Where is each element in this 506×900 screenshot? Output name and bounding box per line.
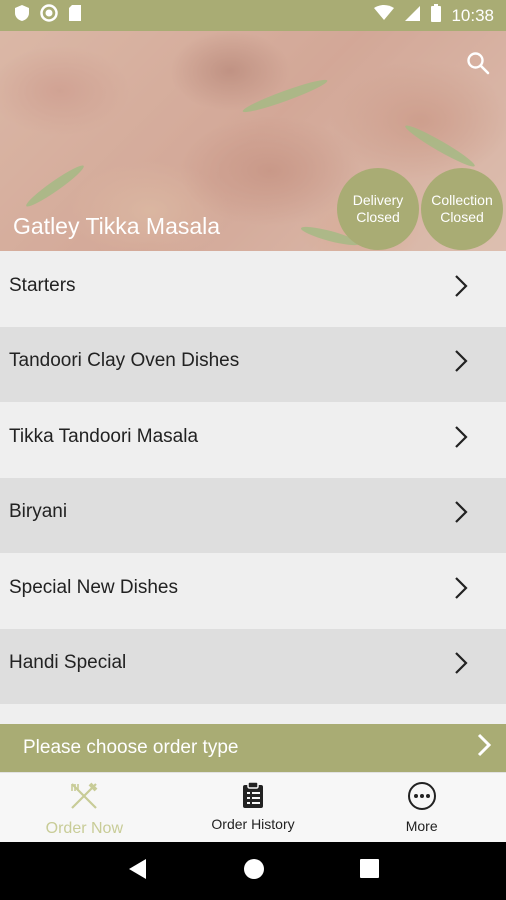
menu-category-tikka-tandoori-masala[interactable]: Tikka Tandoori Masala <box>0 402 506 478</box>
search-icon[interactable] <box>466 51 490 80</box>
menu-category-label: Tikka Tandoori Masala <box>9 425 199 447</box>
menu-category-label: Handi Special <box>9 652 127 674</box>
menu-category-label: Special New Dishes <box>9 576 178 598</box>
menu-category-tandoori-clay-oven[interactable]: Tandoori Clay Oven Dishes <box>0 326 506 402</box>
shield-icon <box>14 4 30 27</box>
circle-record-icon <box>40 4 58 27</box>
signal-icon <box>404 5 421 27</box>
nav-order-now-label: Order Now <box>45 820 124 837</box>
battery-icon <box>431 4 442 27</box>
bottom-navigation: Order Now Order History More <box>0 772 506 842</box>
status-time: 10:38 <box>451 5 494 25</box>
nav-order-now[interactable]: Order Now <box>0 773 169 842</box>
menu-category-special-new-dishes[interactable]: Special New Dishes <box>0 553 506 629</box>
status-bar: 10:38 <box>0 0 506 31</box>
chevron-right-icon <box>454 425 468 455</box>
choose-order-type-button[interactable]: Please choose order type <box>0 724 506 772</box>
menu-category-handi-special[interactable]: Handi Special <box>0 628 506 704</box>
back-icon[interactable] <box>128 858 148 885</box>
nav-more[interactable]: More <box>337 773 506 842</box>
chevron-right-icon <box>454 349 468 379</box>
recents-icon[interactable] <box>359 859 379 883</box>
restaurant-hero: Gatley Tikka Masala Delivery Closed Coll… <box>0 31 506 251</box>
home-icon[interactable] <box>243 858 265 885</box>
chevron-right-icon <box>454 500 468 530</box>
chevron-right-icon <box>476 732 492 764</box>
delivery-status-badge: Delivery Closed <box>337 168 419 250</box>
system-navigation-bar <box>0 842 506 900</box>
menu-category-partial[interactable] <box>0 704 506 724</box>
nav-more-label: More <box>405 818 438 834</box>
nav-order-history[interactable]: Order History <box>169 773 338 842</box>
menu-category-starters[interactable]: Starters <box>0 251 506 327</box>
menu-category-biryani[interactable]: Biryani <box>0 477 506 553</box>
chevron-right-icon <box>454 651 468 681</box>
collection-status-badge: Collection Closed <box>421 168 503 250</box>
nav-order-history-label: Order History <box>211 816 295 832</box>
menu-category-label: Biryani <box>9 501 68 523</box>
wifi-icon <box>374 5 395 26</box>
menu-category-label: Tandoori Clay Oven Dishes <box>9 350 240 372</box>
fork-knife-icon <box>69 781 99 816</box>
clipboard-icon <box>242 781 264 812</box>
collection-status: Closed <box>440 209 484 225</box>
chevron-right-icon <box>454 576 468 606</box>
more-dots-icon <box>407 781 437 814</box>
order-type-label: Please choose order type <box>23 737 239 758</box>
menu-category-list: Starters Tandoori Clay Oven Dishes Tikka… <box>0 251 506 724</box>
delivery-status: Closed <box>356 209 400 225</box>
sd-card-icon <box>68 4 82 27</box>
collection-label: Collection <box>431 192 493 208</box>
chevron-right-icon <box>454 274 468 304</box>
delivery-label: Delivery <box>352 192 404 208</box>
restaurant-name: Gatley Tikka Masala <box>13 213 221 239</box>
menu-category-label: Starters <box>9 274 76 296</box>
